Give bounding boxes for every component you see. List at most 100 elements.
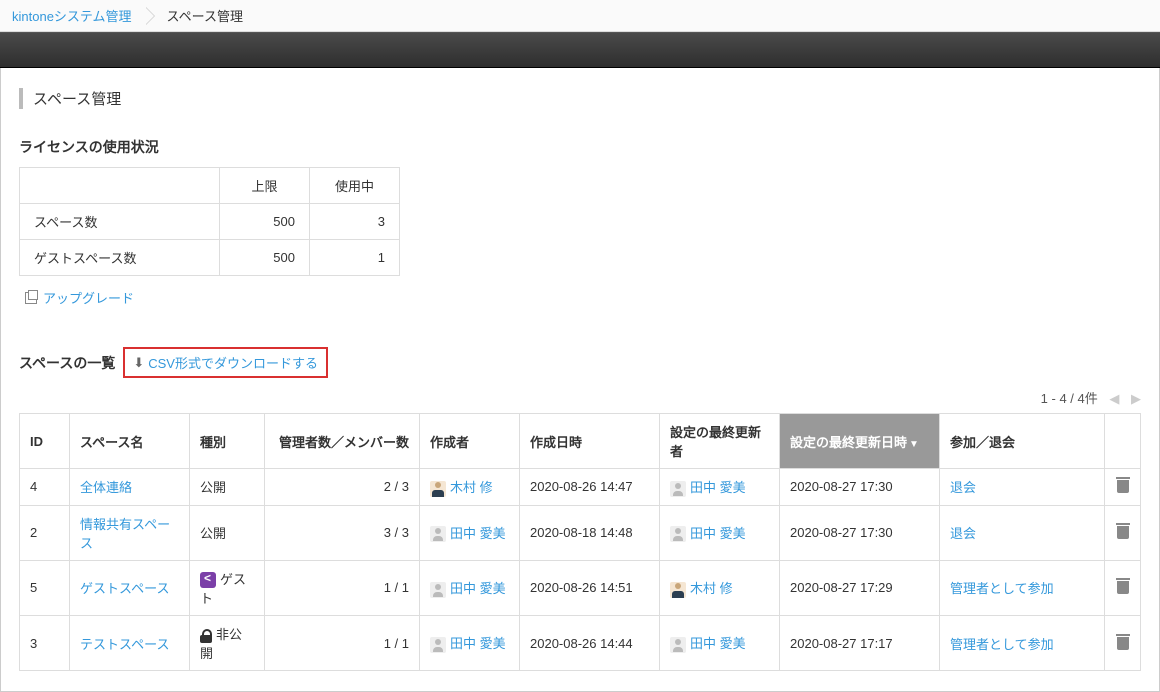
license-row-label: スペース数 [20,204,220,240]
trash-icon[interactable] [1116,634,1130,650]
download-icon: ⬇ [133,355,144,371]
trash-icon[interactable] [1116,477,1130,493]
cell-type: 非公開 [190,616,265,671]
cell-action: 管理者として参加 [940,560,1105,616]
license-row-label: ゲストスペース数 [20,240,220,276]
avatar-icon [430,582,446,598]
cell-created: 2020-08-26 14:51 [520,560,660,616]
license-row: ゲストスペース数5001 [20,240,400,276]
action-link[interactable]: 管理者として参加 [950,581,1054,596]
pagination: 1 - 4 / 4件 ◀ ▶ [19,388,1141,407]
cell-created: 2020-08-26 14:44 [520,616,660,671]
cell-count: 3 / 3 [265,505,420,560]
cell-id: 3 [20,616,70,671]
avatar-icon [430,481,446,497]
cell-delete [1105,560,1141,616]
creator-link[interactable]: 田中 愛美 [450,636,506,651]
cell-name: テストスペース [70,616,190,671]
cell-creator: 木村 修 [420,469,520,506]
cell-created: 2020-08-26 14:47 [520,469,660,506]
trash-icon[interactable] [1116,523,1130,539]
page-title: スペース管理 [19,88,1141,109]
list-section-title: スペースの一覧 [19,353,115,373]
col-header-id[interactable]: ID [20,414,70,469]
space-name-link[interactable]: 情報共有スペース [80,517,170,551]
pagination-text: 1 - 4 / 4件 [1041,391,1098,406]
cell-updated: 2020-08-27 17:30 [780,505,940,560]
cell-updater: 田中 愛美 [660,505,780,560]
space-name-link[interactable]: ゲストスペース [80,581,169,596]
cell-type: 公開 [190,505,265,560]
license-row-limit: 500 [220,240,310,276]
creator-link[interactable]: 田中 愛美 [450,581,506,596]
cell-updater: 田中 愛美 [660,469,780,506]
updater-link[interactable]: 木村 修 [690,581,733,596]
col-header-action[interactable]: 参加／退会 [940,414,1105,469]
cell-created: 2020-08-18 14:48 [520,505,660,560]
col-header-count[interactable]: 管理者数／メンバー数 [265,414,420,469]
upgrade-label: アップグレード [43,288,134,307]
csv-download-link[interactable]: ⬇ CSV形式でダウンロードする [123,347,328,378]
cell-id: 5 [20,560,70,616]
avatar-icon [670,582,686,598]
upgrade-link[interactable]: アップグレード [25,288,134,307]
cell-id: 2 [20,505,70,560]
cell-count: 1 / 1 [265,560,420,616]
avatar-icon [670,481,686,497]
cell-delete [1105,616,1141,671]
col-header-created[interactable]: 作成日時 [520,414,660,469]
upgrade-icon [25,292,37,304]
license-row: スペース数5003 [20,204,400,240]
col-header-updater[interactable]: 設定の最終更新者 [660,414,780,469]
avatar-icon [670,526,686,542]
avatar-icon [430,637,446,653]
avatar-icon [430,526,446,542]
breadcrumb-current: スペース管理 [167,6,243,25]
table-row: 3 テストスペース 非公開1 / 1 田中 愛美 2020-08-26 14:44 田中 … [20,616,1141,671]
csv-download-label: CSV形式でダウンロードする [148,353,318,372]
action-link[interactable]: 退会 [950,480,976,495]
pager-next-icon[interactable]: ▶ [1131,391,1141,406]
license-row-used: 1 [310,240,400,276]
table-row: 4 全体連絡 公開2 / 3 木村 修 2020-08-26 14:47 田中 愛美 202… [20,469,1141,506]
table-row: 5 ゲストスペース ゲスト1 / 1 田中 愛美 2020-08-26 14:51 木村 … [20,560,1141,616]
pager-prev-icon[interactable]: ◀ [1109,391,1119,406]
col-header-updated-label: 設定の最終更新日時 [790,435,907,450]
action-link[interactable]: 管理者として参加 [950,637,1054,652]
updater-link[interactable]: 田中 愛美 [690,636,746,651]
cell-updated: 2020-08-27 17:30 [780,469,940,506]
action-link[interactable]: 退会 [950,526,976,541]
table-row: 2 情報共有スペース公開3 / 3 田中 愛美 2020-08-18 14:48 田中 … [20,505,1141,560]
col-header-delete [1105,414,1141,469]
space-name-link[interactable]: テストスペース [80,637,169,652]
sort-desc-icon: ▼ [909,439,919,450]
space-name-link[interactable]: 全体連絡 [80,480,132,495]
cell-name: 情報共有スペース [70,505,190,560]
cell-type: ゲスト [190,560,265,616]
cell-name: 全体連絡 [70,469,190,506]
license-table: 上限 使用中 スペース数5003ゲストスペース数5001 [19,167,400,276]
updater-link[interactable]: 田中 愛美 [690,526,746,541]
creator-link[interactable]: 木村 修 [450,480,493,495]
cell-updater: 木村 修 [660,560,780,616]
chevron-right-icon [146,7,155,25]
creator-link[interactable]: 田中 愛美 [450,526,506,541]
col-header-name[interactable]: スペース名 [70,414,190,469]
col-header-updated[interactable]: 設定の最終更新日時▼ [780,414,940,469]
cell-action: 管理者として参加 [940,616,1105,671]
breadcrumb-root-link[interactable]: kintoneシステム管理 [12,6,132,25]
license-header-limit: 上限 [220,168,310,204]
col-header-type[interactable]: 種別 [190,414,265,469]
cell-count: 1 / 1 [265,616,420,671]
col-header-creator[interactable]: 作成者 [420,414,520,469]
license-header-blank [20,168,220,204]
cell-updater: 田中 愛美 [660,616,780,671]
avatar-icon [670,637,686,653]
license-header-used: 使用中 [310,168,400,204]
lock-icon [200,629,212,643]
cell-id: 4 [20,469,70,506]
breadcrumb: kintoneシステム管理 スペース管理 [0,0,1160,32]
cell-type: 公開 [190,469,265,506]
cell-count: 2 / 3 [265,469,420,506]
updater-link[interactable]: 田中 愛美 [690,480,746,495]
